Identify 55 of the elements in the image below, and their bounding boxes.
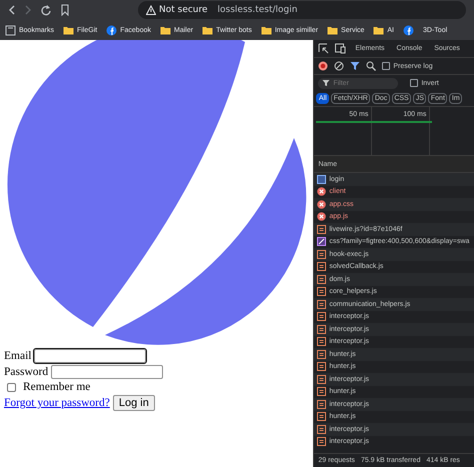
search-icon[interactable] [366, 61, 376, 71]
invert-checkbox[interactable] [410, 79, 418, 87]
facebook-icon [106, 24, 118, 36]
error-icon [317, 212, 326, 222]
password-label: Password [4, 366, 48, 378]
script-icon [317, 362, 326, 372]
script-icon [317, 387, 326, 396]
remember-checkbox[interactable] [7, 382, 16, 392]
folder-icon [63, 24, 74, 36]
filter-icon [322, 79, 330, 87]
email-field[interactable] [34, 349, 146, 363]
reload-icon[interactable] [40, 4, 52, 16]
document-icon [317, 174, 326, 184]
login-button[interactable]: Log in [112, 395, 155, 411]
remember-label: Remember me [23, 381, 90, 393]
script-icon [317, 412, 326, 422]
bookmark-icon[interactable] [60, 4, 70, 16]
script-icon [317, 350, 326, 359]
error-icon [317, 200, 326, 209]
security-label[interactable]: Not secure [159, 5, 208, 15]
address-bar[interactable]: Not secure lossless.test/login [138, 1, 466, 19]
script-icon [317, 274, 326, 284]
script-icon [317, 437, 326, 446]
script-icon [317, 300, 326, 309]
script-icon [317, 287, 326, 296]
email-label: Email [4, 350, 32, 362]
forgot-password-link[interactable]: Forgot your password? [4, 397, 110, 409]
folder-icon [327, 24, 338, 36]
folder-icon [373, 24, 384, 36]
script-icon [317, 337, 326, 346]
inspect-icon[interactable] [318, 43, 330, 54]
filter-icon[interactable] [350, 61, 360, 71]
script-icon [317, 312, 326, 322]
preserve-log-checkbox[interactable] [382, 62, 390, 70]
device-icon[interactable] [335, 43, 346, 54]
folder-icon [202, 24, 214, 36]
back-icon[interactable] [8, 4, 16, 16]
folder-icon [160, 24, 171, 36]
font-file-icon [317, 237, 326, 246]
script-icon [317, 250, 326, 259]
script-icon [317, 424, 326, 434]
script-icon [317, 224, 326, 234]
warning-icon [146, 5, 156, 15]
script-icon [317, 400, 326, 409]
script-icon [317, 324, 326, 334]
clear-icon[interactable] [334, 61, 344, 71]
bookmarks-icon[interactable] [5, 24, 16, 36]
record-icon[interactable] [318, 61, 328, 71]
error-icon [317, 187, 326, 196]
facebook-icon[interactable] [403, 24, 414, 36]
url-text[interactable]: lossless.test/login [218, 5, 298, 15]
script-icon [317, 262, 326, 272]
script-icon [317, 374, 326, 384]
password-field[interactable] [51, 365, 164, 379]
folder-icon [260, 24, 272, 36]
